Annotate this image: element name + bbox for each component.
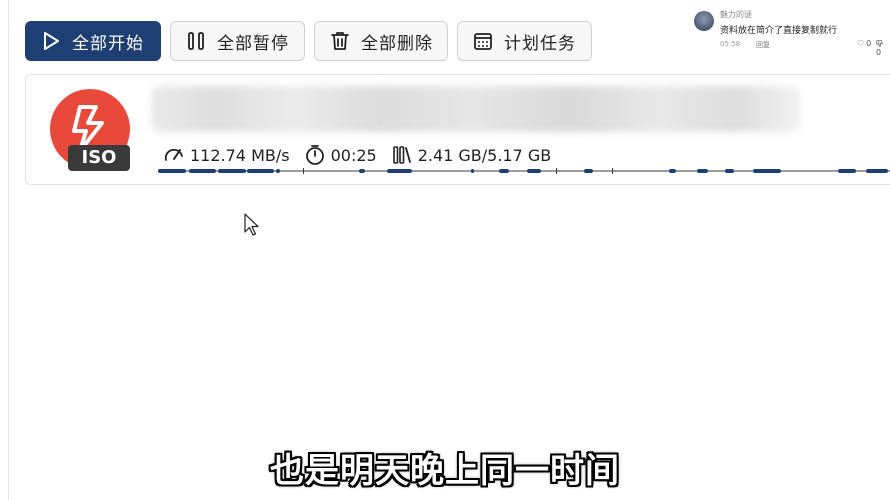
file-type-badge: ISO [81, 147, 117, 168]
download-speed: 112.74 MB/s [190, 145, 290, 165]
start-all-label: 全部开始 [72, 33, 144, 54]
like-count: 0 [866, 39, 872, 48]
delete-all-button[interactable]: 全部删除 [314, 21, 448, 61]
schedule-task-button[interactable]: 计划任务 [457, 21, 592, 61]
avatar [694, 11, 714, 31]
delete-all-label: 全部删除 [361, 33, 433, 54]
pause-all-label: 全部暂停 [217, 33, 289, 54]
dislike-button[interactable]: 0 [876, 39, 890, 57]
pause-all-button[interactable]: 全部暂停 [170, 21, 305, 61]
stopwatch-icon [304, 144, 326, 166]
time-remaining: 00:25 [330, 145, 377, 165]
trash-icon [327, 28, 353, 54]
download-progress-bar [158, 168, 890, 174]
size-progress: 2.41 GB/5.17 GB [417, 145, 552, 165]
blurred-file-name [151, 86, 801, 132]
calendar-icon [470, 28, 496, 54]
size-stat: 2.41 GB/5.17 GB [391, 144, 552, 166]
iso-file-icon: ISO [50, 89, 132, 171]
speedometer-icon [163, 144, 185, 166]
schedule-task-label: 计划任务 [504, 33, 576, 54]
comment-overlay: 魅力的谜 资料放在简介了直接复制就行 05:58 回复 ♡ 0 0 [692, 7, 890, 57]
speed-stat: 112.74 MB/s [163, 144, 290, 166]
thumbs-down-icon [876, 40, 883, 47]
pause-icon [183, 28, 209, 54]
dislike-count: 0 [876, 48, 882, 57]
comment-time: 05:58 [720, 40, 741, 48]
comment-username: 魅力的谜 [720, 10, 752, 19]
reply-link[interactable]: 回复 [756, 40, 770, 50]
comment-text: 资料放在简介了直接复制就行 [720, 26, 838, 36]
size-bars-icon [391, 144, 413, 166]
mouse-cursor-icon [244, 213, 259, 236]
start-all-button[interactable]: 全部开始 [25, 21, 161, 61]
like-button[interactable]: ♡ 0 [857, 39, 871, 48]
time-stat: 00:25 [304, 144, 377, 166]
play-icon [38, 28, 64, 54]
video-subtitle: 也是明天晚上同一时间 [270, 451, 620, 491]
heart-icon: ♡ [857, 39, 865, 48]
task-stats: 112.74 MB/s 00:25 2.41 GB/5.17 GB [163, 142, 565, 168]
